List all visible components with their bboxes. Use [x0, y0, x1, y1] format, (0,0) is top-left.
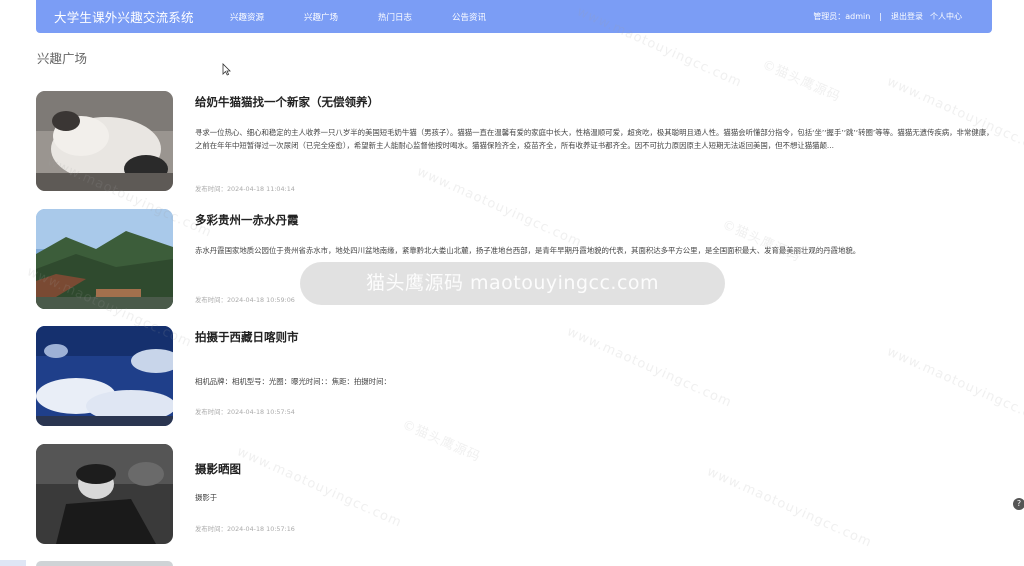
next-post-thumbnail[interactable] — [36, 561, 173, 566]
sky-clouds-image — [36, 326, 173, 426]
main-nav: 兴趣资源 兴趣广场 热门日志 公告资讯 — [230, 11, 526, 23]
post-publish-time: 发布时间：2024-04-18 10:57:54 — [195, 408, 295, 416]
nav-item-hot-logs[interactable]: 热门日志 — [378, 11, 412, 23]
logout-link[interactable]: 退出登录 — [891, 11, 923, 22]
cat-photo-image — [36, 91, 173, 191]
mountain-landscape-image — [36, 209, 173, 309]
post-publish-time: 发布时间：2024-04-18 10:59:06 — [195, 296, 295, 304]
post-publish-time: 发布时间：2024-04-18 11:04:14 — [195, 185, 295, 193]
help-icon[interactable]: ? — [1013, 498, 1024, 510]
post-excerpt: 赤水丹霞国家地质公园位于贵州省赤水市，地处四川盆地南缘，紧靠黔北大娄山北麓，扬子… — [195, 246, 861, 255]
post-excerpt: 摄影于 — [195, 493, 218, 502]
corner-tab[interactable] — [0, 560, 26, 566]
post-excerpt: 寻求一位热心、细心和稳定的主人收养一只八岁半的美国短毛奶牛猫（男孩子）。猫猫一直… — [195, 128, 994, 150]
post-thumbnail-landscape[interactable] — [36, 209, 173, 309]
profile-link[interactable]: 个人中心 — [930, 11, 962, 22]
admin-user-label: 管理员：admin — [813, 12, 871, 21]
post-thumbnail-portrait[interactable] — [36, 444, 173, 544]
post-title[interactable]: 给奶牛猫猫找一个新家（无偿领养） — [195, 94, 379, 110]
separator: | — [879, 12, 882, 21]
post-publish-time: 发布时间：2024-04-18 10:57:16 — [195, 525, 295, 533]
post-title[interactable]: 拍摄于西藏日喀则市 — [195, 329, 299, 345]
nav-item-interest-resources[interactable]: 兴趣资源 — [230, 11, 264, 23]
mouse-cursor-icon — [222, 63, 231, 76]
nav-item-interest-square[interactable]: 兴趣广场 — [304, 11, 338, 23]
post-title[interactable]: 多彩贵州一赤水丹霞 — [195, 212, 299, 228]
site-title[interactable]: 大学生课外兴趣交流系统 — [54, 7, 230, 26]
top-navbar: 大学生课外兴趣交流系统 兴趣资源 兴趣广场 热门日志 公告资讯 管理员：admi… — [36, 0, 992, 33]
nav-item-announcements[interactable]: 公告资讯 — [452, 11, 486, 23]
post-card[interactable]: 摄影晒图 摄影于 发布时间：2024-04-18 10:57:16 — [36, 444, 996, 544]
watermark-banner: 猫头鹰源码 maotouyingcc.com — [300, 262, 725, 305]
post-thumbnail-sky[interactable] — [36, 326, 173, 426]
user-box: 管理员：admin | 退出登录 个人中心 — [813, 11, 962, 22]
post-title[interactable]: 摄影晒图 — [195, 461, 241, 477]
post-thumbnail-cat[interactable] — [36, 91, 173, 191]
post-excerpt: 相机品牌：相机型号：光圈：曝光时间：：焦距：拍摄时间： — [195, 377, 391, 386]
post-card[interactable]: 给奶牛猫猫找一个新家（无偿领养） 寻求一位热心、细心和稳定的主人收养一只八岁半的… — [36, 91, 996, 193]
page-title: 兴趣广场 — [37, 51, 88, 66]
portrait-image — [36, 444, 173, 544]
post-card[interactable]: 拍摄于西藏日喀则市 相机品牌：相机型号：光圈：曝光时间：：焦距：拍摄时间： 发布… — [36, 326, 996, 426]
